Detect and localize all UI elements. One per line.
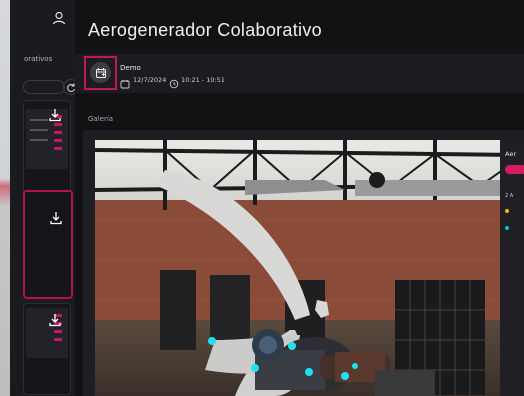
download-icon	[50, 212, 62, 225]
card-thumbnail	[26, 109, 68, 169]
cyan-marker-icon	[505, 226, 509, 230]
event-time: 10:21 - 10:51	[181, 76, 225, 84]
download-button[interactable]	[48, 312, 62, 327]
add-event-button-inner	[90, 62, 111, 83]
page-title: Aerogenerador Colaborativo	[88, 20, 322, 40]
gallery-scene-image[interactable]	[95, 140, 524, 396]
download-button[interactable]	[48, 107, 62, 122]
background-window-strip	[0, 0, 10, 396]
download-button[interactable]	[49, 210, 63, 225]
download-icon	[49, 314, 61, 327]
sidebar-card[interactable]	[23, 303, 71, 395]
calendar-add-icon	[95, 67, 106, 78]
window-divider	[10, 0, 23, 396]
add-event-button[interactable]	[84, 56, 117, 90]
sidebar-section-label: orativos	[24, 55, 53, 63]
event-name: Demo	[120, 64, 141, 72]
scene-info-row: 2 A	[505, 193, 514, 199]
clock-icon	[169, 74, 179, 89]
user-button[interactable]	[51, 10, 67, 26]
user-icon	[52, 11, 66, 25]
sidebar-search-input[interactable]	[23, 80, 65, 94]
download-icon	[49, 109, 61, 122]
scene-info-title: Aer	[505, 150, 517, 158]
event-date: 12/7/2024	[133, 76, 167, 84]
sidebar-card-selected[interactable]	[23, 190, 73, 299]
scene-info-panel	[500, 140, 524, 396]
yellow-marker-icon	[505, 209, 509, 213]
card-thumbnail	[26, 308, 68, 358]
scene-info-action-button[interactable]	[505, 165, 524, 174]
gallery-label: Galería	[88, 115, 114, 123]
sidebar-card[interactable]	[23, 100, 71, 198]
calendar-icon	[120, 74, 130, 89]
event-bar	[75, 54, 524, 93]
